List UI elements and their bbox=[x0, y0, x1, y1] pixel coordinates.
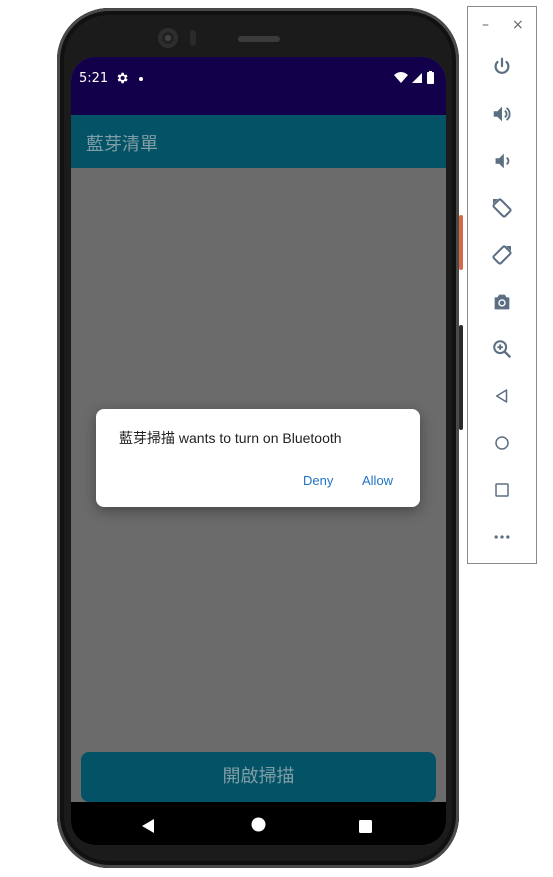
camera-icon[interactable] bbox=[490, 290, 514, 314]
bluetooth-permission-dialog: 藍芽掃描 wants to turn on Bluetooth Deny All… bbox=[96, 409, 420, 507]
cellular-signal-icon bbox=[412, 73, 422, 83]
allow-button[interactable]: Allow bbox=[362, 473, 393, 488]
nav-back-icon[interactable] bbox=[142, 818, 156, 837]
minimize-button[interactable]: – bbox=[482, 17, 489, 33]
close-button[interactable]: × bbox=[512, 17, 524, 33]
nav-home-icon[interactable] bbox=[251, 817, 266, 836]
volume-up-icon[interactable] bbox=[490, 102, 514, 126]
notification-dot-icon bbox=[139, 77, 143, 81]
back-icon[interactable] bbox=[490, 384, 514, 408]
earpiece-speaker bbox=[238, 36, 280, 42]
status-time: 5:21 bbox=[79, 71, 109, 86]
dialog-message: 藍芽掃描 wants to turn on Bluetooth bbox=[119, 430, 342, 446]
page-title: 藍芽清單 bbox=[86, 134, 158, 155]
rotate-left-icon[interactable] bbox=[490, 196, 514, 220]
more-icon[interactable] bbox=[490, 525, 514, 549]
app-bar: 藍芽清單 bbox=[71, 115, 446, 168]
front-camera bbox=[158, 28, 178, 48]
volume-down-icon[interactable] bbox=[490, 149, 514, 173]
proximity-sensor bbox=[190, 30, 196, 46]
system-status-icons bbox=[394, 70, 438, 89]
zoom-icon[interactable] bbox=[490, 337, 514, 361]
nav-overview-icon[interactable] bbox=[359, 818, 372, 837]
emulator-toolbar: – × bbox=[467, 6, 537, 564]
battery-icon bbox=[427, 71, 434, 84]
wifi-icon bbox=[394, 72, 408, 83]
settings-gear-icon bbox=[115, 70, 129, 89]
status-bar: 5:21 bbox=[71, 57, 446, 115]
rotate-right-icon[interactable] bbox=[490, 243, 514, 267]
overview-icon[interactable] bbox=[490, 478, 514, 502]
deny-button[interactable]: Deny bbox=[303, 473, 333, 488]
start-scan-button[interactable]: 開啟掃描 bbox=[81, 752, 436, 802]
power-side-button bbox=[459, 215, 463, 270]
navigation-bar bbox=[71, 802, 446, 845]
toolbar-window-controls: – × bbox=[468, 17, 536, 37]
home-icon[interactable] bbox=[490, 431, 514, 455]
power-icon[interactable] bbox=[490, 55, 514, 79]
volume-side-button bbox=[459, 325, 463, 430]
